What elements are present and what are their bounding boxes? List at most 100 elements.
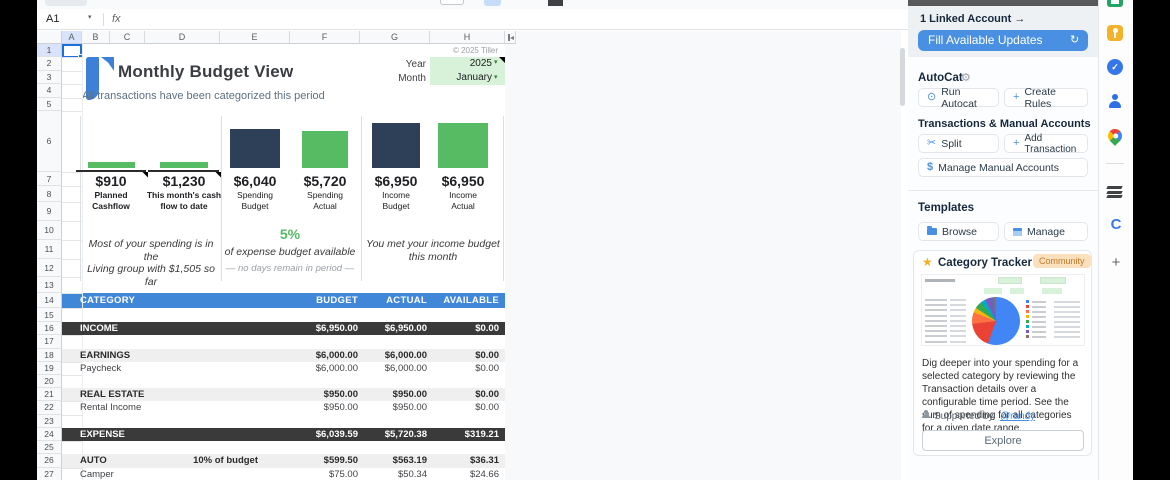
income-insight[interactable]: You met your income budget this month	[362, 238, 504, 263]
row-header-7[interactable]: 7	[37, 172, 62, 186]
table-row-label[interactable]: EXPENSE	[80, 428, 125, 441]
template-thumbnail[interactable]	[921, 274, 1085, 346]
column-header-d[interactable]: D	[145, 31, 220, 44]
column-header-e[interactable]: E	[220, 31, 290, 44]
manage-templates-button[interactable]: Manage	[1004, 222, 1088, 241]
table-row-label[interactable]: Camper	[80, 468, 114, 480]
year-label[interactable]: Year	[360, 58, 426, 71]
gridline	[62, 98, 82, 99]
shield-check-extension-icon[interactable]: ✓	[1107, 59, 1123, 75]
column-header-g[interactable]: G	[360, 31, 430, 44]
thumb-text-line	[950, 299, 966, 301]
table-row-label[interactable]: Paycheck	[80, 362, 121, 375]
row-header-6[interactable]: 6	[37, 111, 62, 172]
table-cell-available[interactable]: $0.00	[399, 362, 499, 375]
metric-value[interactable]: $6,950	[413, 173, 513, 189]
column-header-b[interactable]: B	[82, 31, 110, 44]
toolbar-fill-swatch[interactable]	[548, 0, 563, 6]
row-header-17[interactable]: 17	[37, 335, 62, 348]
table-row-label[interactable]: Rental Income	[80, 401, 141, 414]
row-header-20[interactable]: 20	[37, 375, 62, 388]
row-header-27[interactable]: 27	[37, 468, 62, 480]
row-header-23[interactable]: 23	[37, 415, 62, 428]
vertical-scrollbar[interactable]	[900, 48, 905, 106]
subtitle[interactable]: All transactions have been categorized t…	[82, 90, 325, 102]
table-row-note[interactable]: 10% of budget	[158, 454, 258, 467]
table-cell-available[interactable]: $24.66	[399, 468, 499, 480]
thumb-text-line	[1032, 321, 1046, 323]
add-transaction-button[interactable]: + Add Transaction	[1004, 134, 1088, 153]
budget-available-percent[interactable]: 5%	[220, 226, 360, 242]
toolbar-button[interactable]	[440, 0, 464, 5]
year-dropdown-icon[interactable]: ▾	[494, 58, 498, 66]
row-header-15[interactable]: 15	[37, 308, 62, 322]
stack-extension-icon[interactable]	[1107, 185, 1123, 199]
copilot-extension-icon[interactable]: C	[1108, 217, 1124, 233]
fill-updates-button[interactable]: Fill Available Updates ↻	[918, 30, 1088, 51]
days-remaining-note[interactable]: — no days remain in period —	[213, 263, 367, 274]
row-header-3[interactable]: 3	[37, 71, 62, 84]
table-cell-available[interactable]: $0.00	[399, 349, 499, 362]
table-row-label[interactable]: REAL ESTATE	[80, 388, 144, 401]
chevron-down-icon[interactable]: ▾	[88, 13, 92, 21]
frozen-marker-icon[interactable]	[505, 31, 516, 44]
row-header-24[interactable]: 24	[37, 428, 62, 441]
add-extension-icon[interactable]: +	[1108, 255, 1124, 271]
run-autocat-button[interactable]: ⊙ Run Autocat	[918, 88, 999, 107]
month-dropdown-icon[interactable]: ▾	[494, 73, 498, 81]
column-header-h[interactable]: H	[430, 31, 505, 44]
table-cell-available[interactable]: $0.00	[399, 401, 499, 414]
table-row-label[interactable]: INCOME	[80, 322, 118, 335]
row-header-26[interactable]: 26	[37, 454, 62, 467]
keeper-extension-icon[interactable]	[1107, 25, 1123, 41]
template-card-title[interactable]: Category Tracker	[938, 257, 1032, 269]
row-header-25[interactable]: 25	[37, 441, 62, 454]
gear-icon[interactable]: ⚙	[961, 71, 971, 84]
table-cell-available[interactable]: $0.00	[399, 388, 499, 401]
manage-manual-accounts-label: Manage Manual Accounts	[938, 162, 1059, 174]
year-cell[interactable]: 2025 ▾	[430, 57, 505, 71]
split-button[interactable]: ✂ Split	[918, 134, 999, 153]
create-rules-button[interactable]: + Create Rules	[1004, 88, 1088, 107]
month-label[interactable]: Month	[360, 72, 426, 85]
thumb-legend-dot	[1026, 335, 1029, 338]
linked-account-link[interactable]: 1 Linked Account →	[920, 13, 1025, 25]
copyright-cell[interactable]: © 2025 Tiller	[398, 45, 498, 57]
row-header-5[interactable]: 5	[37, 98, 62, 111]
month-cell[interactable]: January ▾	[430, 71, 505, 85]
table-row-label[interactable]: AUTO	[80, 454, 107, 467]
thumb-text-line	[1054, 331, 1080, 333]
row-header-10[interactable]: 10	[37, 221, 62, 240]
row-header-2[interactable]: 2	[37, 57, 62, 70]
spending-insight[interactable]: Most of your spending is in the Living g…	[82, 238, 220, 288]
row-header-19[interactable]: 19	[37, 362, 62, 375]
table-cell-available[interactable]: $0.00	[399, 322, 499, 335]
column-header-a[interactable]: A	[62, 31, 82, 44]
toolbar-active-button[interactable]	[484, 0, 501, 6]
row-header-18[interactable]: 18	[37, 349, 62, 362]
column-header-f[interactable]: F	[290, 31, 360, 44]
cell-reference-box[interactable]: A1	[46, 12, 57, 27]
row-header-12[interactable]: 12	[37, 259, 62, 277]
row-header-11[interactable]: 11	[37, 240, 62, 259]
manage-manual-accounts-button[interactable]: $ Manage Manual Accounts	[918, 158, 1088, 177]
row-header-14[interactable]: 14	[37, 293, 62, 308]
column-header-c[interactable]: C	[110, 31, 145, 44]
row-header-21[interactable]: 21	[37, 388, 62, 401]
row-header-22[interactable]: 22	[37, 401, 62, 414]
table-cell-available[interactable]: $36.31	[399, 454, 499, 467]
row-header-4[interactable]: 4	[37, 84, 62, 97]
page-title[interactable]: Monthly Budget View	[118, 62, 293, 82]
browse-templates-button[interactable]: Browse	[918, 222, 999, 241]
sheets-extension-icon[interactable]	[1107, 0, 1123, 7]
budget-available-caption[interactable]: of expense budget available	[213, 246, 367, 258]
row-header-16[interactable]: 16	[37, 322, 62, 335]
profile-extension-icon[interactable]	[1107, 93, 1123, 109]
row-header-1[interactable]: 1	[37, 44, 62, 57]
supported-by-link[interactable]: @randy	[1000, 411, 1035, 422]
table-cell-available[interactable]: $319.21	[399, 428, 499, 441]
row-header-13[interactable]: 13	[37, 277, 62, 293]
explore-button[interactable]: Explore	[922, 430, 1084, 451]
table-row-label[interactable]: EARNINGS	[80, 349, 130, 362]
grid-corner[interactable]	[37, 31, 62, 44]
